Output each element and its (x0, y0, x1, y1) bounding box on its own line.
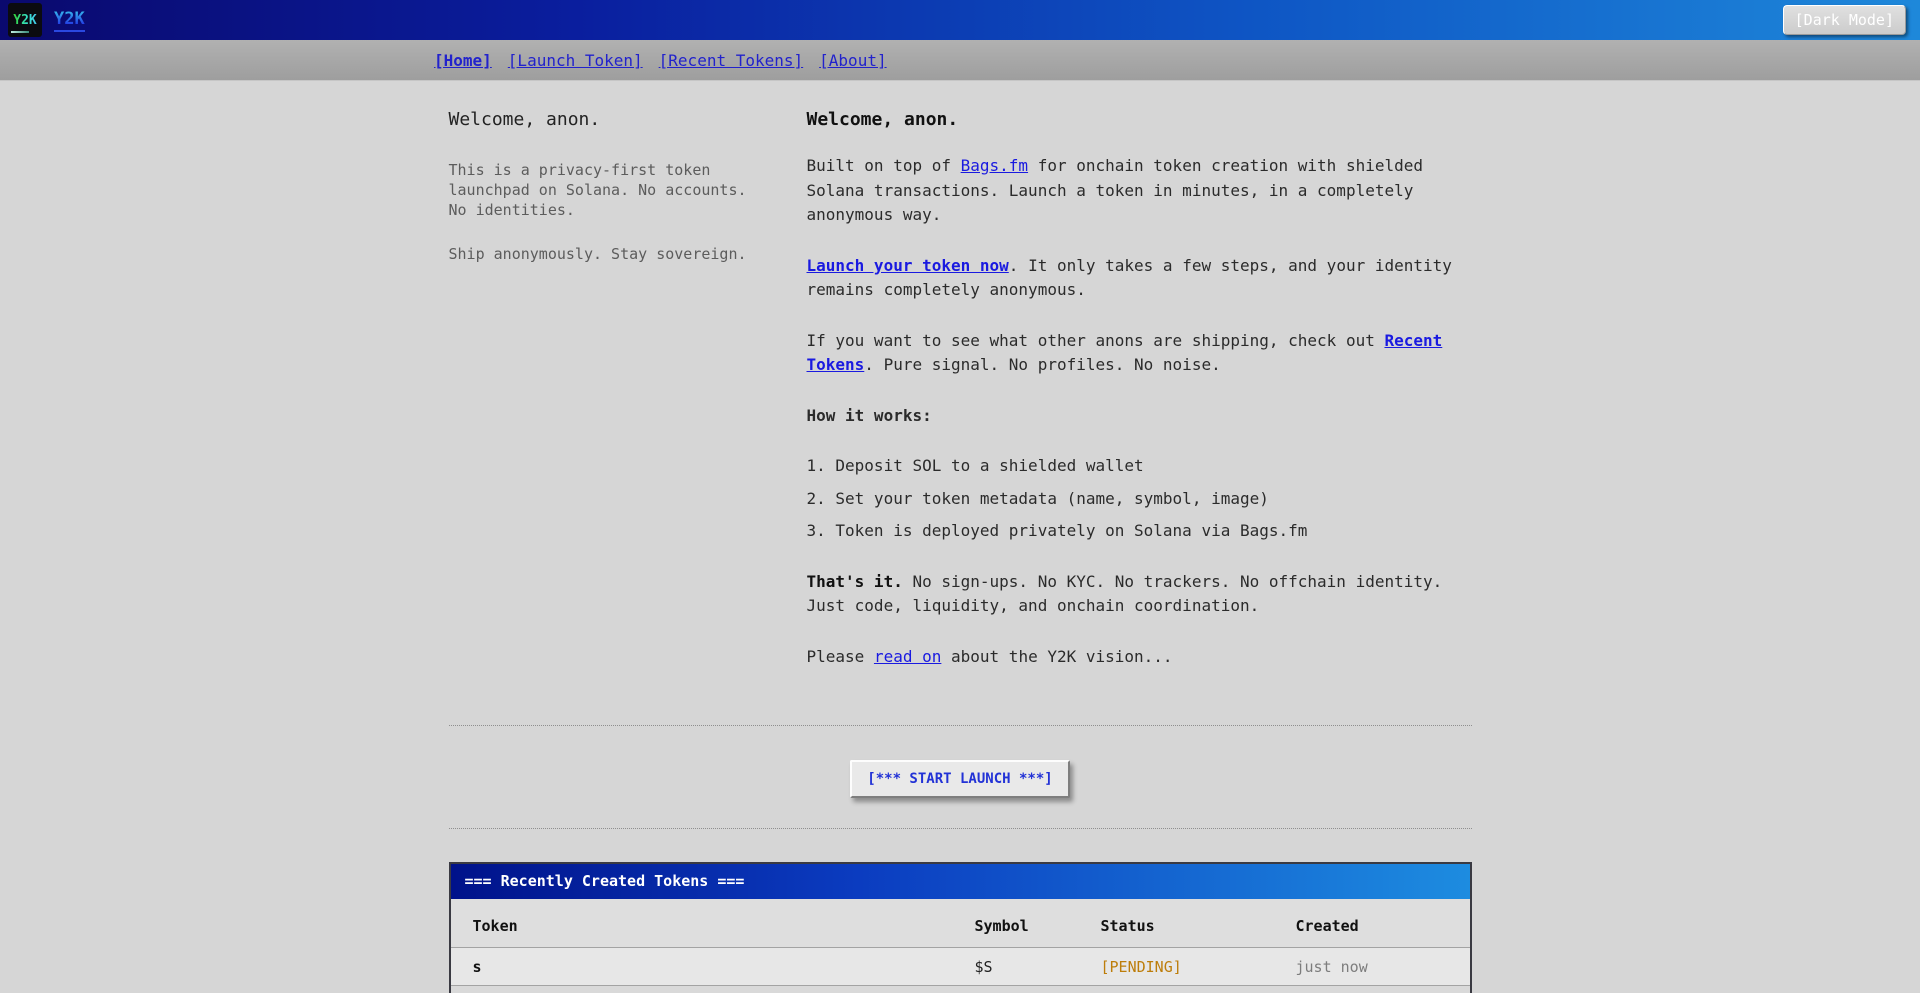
topbar: Y2K Y2K [Dark Mode] (0, 0, 1920, 40)
read-on-paragraph: Please read on about the Y2K vision... (807, 645, 1472, 670)
token-symbol: $ANOM (953, 986, 1079, 993)
how-it-works-step: 2. Set your token metadata (name, symbol… (807, 487, 1472, 512)
two-column-layout: Welcome, anon. This is a privacy-first t… (449, 81, 1472, 695)
read-on-pre: Please (807, 647, 874, 666)
nav-link-launch-token[interactable]: [Launch Token] (508, 51, 643, 70)
sidebar-column: Welcome, anon. This is a privacy-first t… (449, 109, 757, 695)
column-header-symbol: Symbol (953, 899, 1079, 948)
tokens-table-header-row: TokenSymbolStatusCreated (451, 899, 1470, 948)
nav-links: [Home] [Launch Token] [Recent Tokens] [Abou… (0, 51, 887, 70)
status-badge: [PENDING] (1079, 986, 1274, 993)
intro-paragraph: Built on top of Bags.fm for onchain toke… (807, 154, 1472, 228)
recent-text: If you want to see what other anons are … (807, 331, 1385, 350)
column-header-status: Status (1079, 899, 1274, 948)
intro-text: Built on top of (807, 156, 961, 175)
column-header-created: Created (1274, 899, 1470, 948)
y2k-logo-text: Y2K (13, 13, 36, 28)
table-row[interactable]: Humans winover AI with memes.$ANOM[PENDI… (451, 986, 1470, 993)
start-launch-button[interactable]: [*** START LAUNCH ***] (850, 760, 1069, 798)
tokens-table: TokenSymbolStatusCreated s $S[PENDING]jus… (451, 899, 1470, 993)
main-heading: Welcome, anon. (807, 109, 1472, 130)
recent-text-2: . Pure signal. No profiles. No noise. (864, 355, 1220, 374)
launch-your-token-link[interactable]: Launch your token now (807, 256, 1009, 275)
dark-mode-button[interactable]: [Dark Mode] (1783, 5, 1906, 35)
divider-bottom (449, 828, 1472, 829)
launch-button-row: [*** START LAUNCH ***] (449, 760, 1472, 798)
created-time: just now (1274, 948, 1470, 986)
bagsfm-link[interactable]: Bags.fm (961, 156, 1028, 175)
status-badge: [PENDING] (1079, 948, 1274, 986)
column-header-token: Token (451, 899, 953, 948)
read-on-link[interactable]: read on (874, 647, 941, 666)
y2k-logo[interactable]: Y2K (8, 3, 42, 37)
launch-paragraph: Launch your token now. It only takes a f… (807, 254, 1472, 303)
page-content: Welcome, anon. This is a privacy-first t… (449, 81, 1472, 993)
nav-link-recent-tokens[interactable]: [Recent Tokens] (659, 51, 804, 70)
main-column: Welcome, anon. Built on top of Bags.fm f… (807, 109, 1472, 695)
token-symbol: $S (953, 948, 1079, 986)
created-time: 1 min ago (1274, 986, 1470, 993)
brand-link[interactable]: Y2K (54, 9, 85, 32)
how-it-works-list: 1. Deposit SOL to a shielded wallet 2. Se… (807, 454, 1472, 544)
how-it-works-step: 1. Deposit SOL to a shielded wallet (807, 454, 1472, 479)
recent-paragraph: If you want to see what other anons are … (807, 329, 1472, 378)
thats-it-paragraph: That's it. No sign-ups. No KYC. No track… (807, 570, 1472, 619)
sidebar-tagline-1: This is a privacy-first token launchpad … (449, 160, 757, 220)
how-it-works-heading: How it works: (807, 404, 1472, 429)
how-it-works-step: 3. Token is deployed privately on Solana… (807, 519, 1472, 544)
table-row[interactable]: s $S[PENDING]just now (451, 948, 1470, 986)
main-nav: [Home] [Launch Token] [Recent Tokens] [Abou… (0, 40, 1920, 81)
thats-it-bold: That's it. (807, 572, 903, 591)
recent-tokens-title: === Recently Created Tokens === (451, 864, 1470, 899)
sidebar-tagline-2: Ship anonymously. Stay sovereign. (449, 244, 757, 264)
sidebar-heading: Welcome, anon. (449, 109, 757, 130)
divider-top (449, 725, 1472, 726)
nav-link-about[interactable]: [About] (819, 51, 886, 70)
recent-tokens-panel: === Recently Created Tokens === TokenSym… (449, 862, 1472, 993)
read-on-post: about the Y2K vision... (941, 647, 1172, 666)
thats-it-text: No sign-ups. No KYC. No trackers. No off… (807, 572, 1443, 616)
tokens-table-body: s $S[PENDING]just nowHumans winover AI wi… (451, 948, 1470, 993)
token-name: s (473, 958, 482, 976)
nav-link-home[interactable]: [Home] (434, 51, 492, 70)
